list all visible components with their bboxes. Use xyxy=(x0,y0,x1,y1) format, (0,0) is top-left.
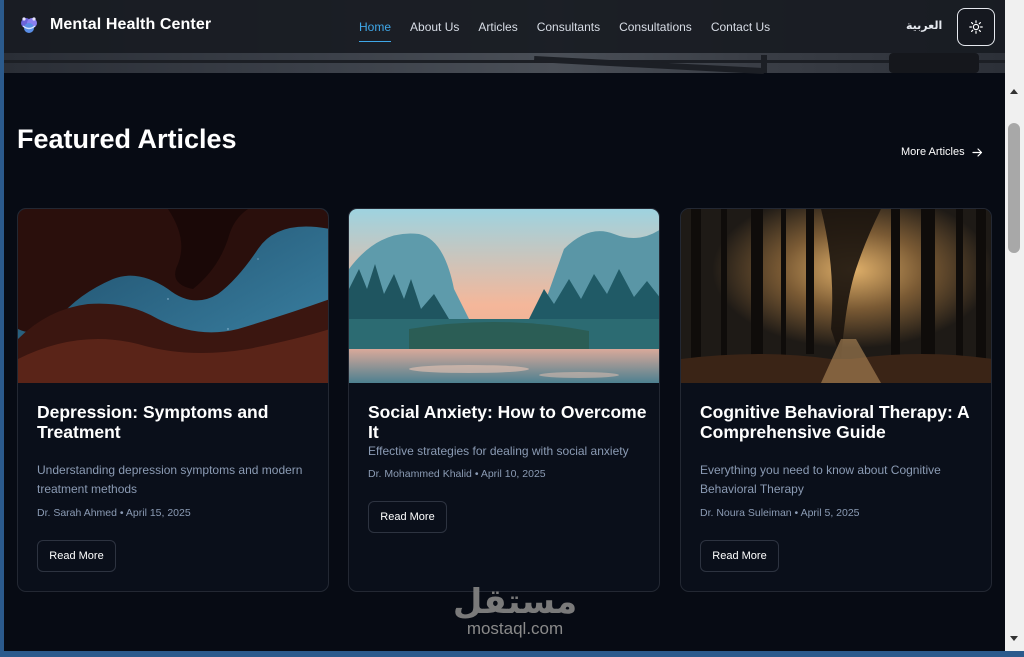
scroll-up-arrow-icon[interactable] xyxy=(1010,89,1018,94)
nav-consultations[interactable]: Consultations xyxy=(619,0,692,53)
read-more-button[interactable]: Read More xyxy=(700,540,779,572)
article-description: Effective strategies for dealing with so… xyxy=(368,444,629,458)
language-switch[interactable]: العربية xyxy=(906,19,942,32)
nav-articles[interactable]: Articles xyxy=(478,0,517,53)
article-image-lake[interactable] xyxy=(349,209,659,383)
mountain-lake-image xyxy=(349,209,659,383)
brain-icon xyxy=(21,17,37,33)
article-image-canyon[interactable] xyxy=(18,209,328,383)
brand[interactable]: Mental Health Center xyxy=(18,14,211,36)
article-description: Everything you need to know about Cognit… xyxy=(700,463,941,496)
more-articles-label: More Articles xyxy=(901,146,965,158)
hero-post xyxy=(761,55,767,73)
theme-toggle-button[interactable] xyxy=(957,8,995,46)
arrow-right-icon xyxy=(971,147,982,157)
article-author: Dr. Noura Suleiman xyxy=(700,507,792,519)
vertical-scrollbar[interactable] xyxy=(1005,0,1024,651)
article-title[interactable]: Depression: Symptoms and Treatment xyxy=(37,402,317,442)
top-navbar: Mental Health Center Home About Us Artic… xyxy=(4,0,1005,53)
main-nav: Home About Us Articles Consultants Consu… xyxy=(359,0,789,53)
article-date: April 15, 2025 xyxy=(125,507,191,519)
more-articles-link[interactable]: More Articles xyxy=(901,146,983,158)
article-date: April 10, 2025 xyxy=(480,468,546,480)
scroll-thumb[interactable] xyxy=(1008,123,1020,253)
hero-beam xyxy=(534,55,764,75)
article-card[interactable]: Depression: Symptoms and Treatment Under… xyxy=(17,208,329,592)
article-card[interactable]: Social Anxiety: How to Overcome It Effec… xyxy=(348,208,660,592)
article-card[interactable]: Cognitive Behavioral Therapy: A Comprehe… xyxy=(680,208,992,592)
article-image-forest[interactable] xyxy=(681,209,991,383)
article-meta: Dr. Mohammed Khalid • April 10, 2025 xyxy=(368,468,546,480)
article-date: April 5, 2025 xyxy=(800,507,860,519)
window-bottom-edge xyxy=(0,651,1024,657)
article-author: Dr. Sarah Ahmed xyxy=(37,507,117,519)
read-more-button[interactable]: Read More xyxy=(368,501,447,533)
hero-object xyxy=(889,53,979,73)
article-description: Understanding depression symptoms and mo… xyxy=(37,463,303,496)
article-title[interactable]: Social Anxiety: How to Overcome It xyxy=(368,402,648,442)
article-author: Dr. Mohammed Khalid xyxy=(368,468,472,480)
article-title[interactable]: Cognitive Behavioral Therapy: A Comprehe… xyxy=(700,402,980,442)
nav-home[interactable]: Home xyxy=(359,0,392,53)
forest-path-image xyxy=(681,209,991,383)
article-meta: Dr. Sarah Ahmed • April 15, 2025 xyxy=(37,507,191,519)
read-more-button[interactable]: Read More xyxy=(37,540,116,572)
page-viewport: Mental Health Center Home About Us Artic… xyxy=(4,0,1005,651)
nav-about-us[interactable]: About Us xyxy=(410,0,459,53)
sun-icon xyxy=(969,20,983,34)
nav-contact-us[interactable]: Contact Us xyxy=(711,0,770,53)
scroll-down-arrow-icon[interactable] xyxy=(1010,636,1018,641)
section-title: Featured Articles xyxy=(17,124,237,154)
watermark-latin: mostaql.com xyxy=(466,619,564,638)
article-meta: Dr. Noura Suleiman • April 5, 2025 xyxy=(700,507,860,519)
watermark: مستقل mostaql.com xyxy=(451,582,579,639)
canyon-night-sky-image xyxy=(18,209,328,383)
watermark-arabic: مستقل xyxy=(452,582,578,622)
brand-title: Mental Health Center xyxy=(50,16,212,33)
nav-consultants[interactable]: Consultants xyxy=(537,0,600,53)
hero-beam xyxy=(4,60,1005,63)
